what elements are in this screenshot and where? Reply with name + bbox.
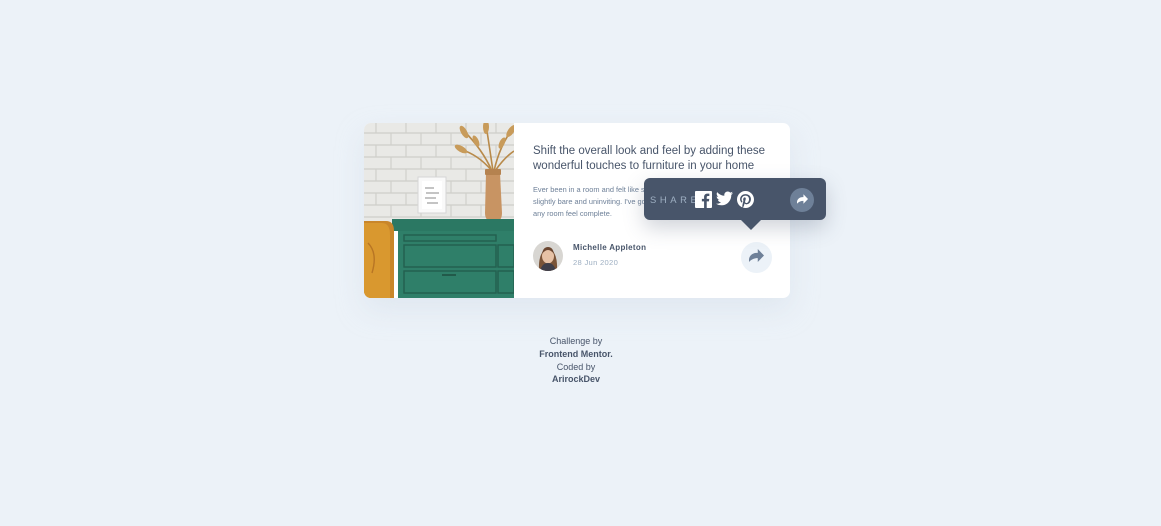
twitter-icon[interactable] <box>716 191 733 208</box>
author-name: Michelle Appleton <box>573 243 647 252</box>
share-button[interactable] <box>741 242 772 273</box>
article-title[interactable]: Shift the overall look and feel by addin… <box>533 144 773 174</box>
pinterest-icon[interactable] <box>737 191 754 208</box>
facebook-icon[interactable] <box>695 191 712 208</box>
share-label: SHARE <box>650 194 701 205</box>
attribution-challenge-text: Challenge by <box>549 336 603 346</box>
share-icon <box>749 248 764 267</box>
share-tooltip: SHARE <box>644 178 826 230</box>
avatar <box>533 241 563 271</box>
attribution: Challenge by Frontend Mentor. Coded by A… <box>476 335 676 386</box>
author-row: Michelle Appleton 28 Jun 2020 <box>533 241 773 273</box>
tooltip-share-button[interactable] <box>790 188 814 212</box>
author-link[interactable]: ArirockDev <box>552 374 600 384</box>
drawers-image <box>364 123 514 298</box>
attribution-coded-text: Coded by <box>556 361 596 372</box>
publish-date: 28 Jun 2020 <box>573 258 619 267</box>
share-icon <box>796 191 808 209</box>
frontend-mentor-link[interactable]: Frontend Mentor. <box>539 349 613 359</box>
